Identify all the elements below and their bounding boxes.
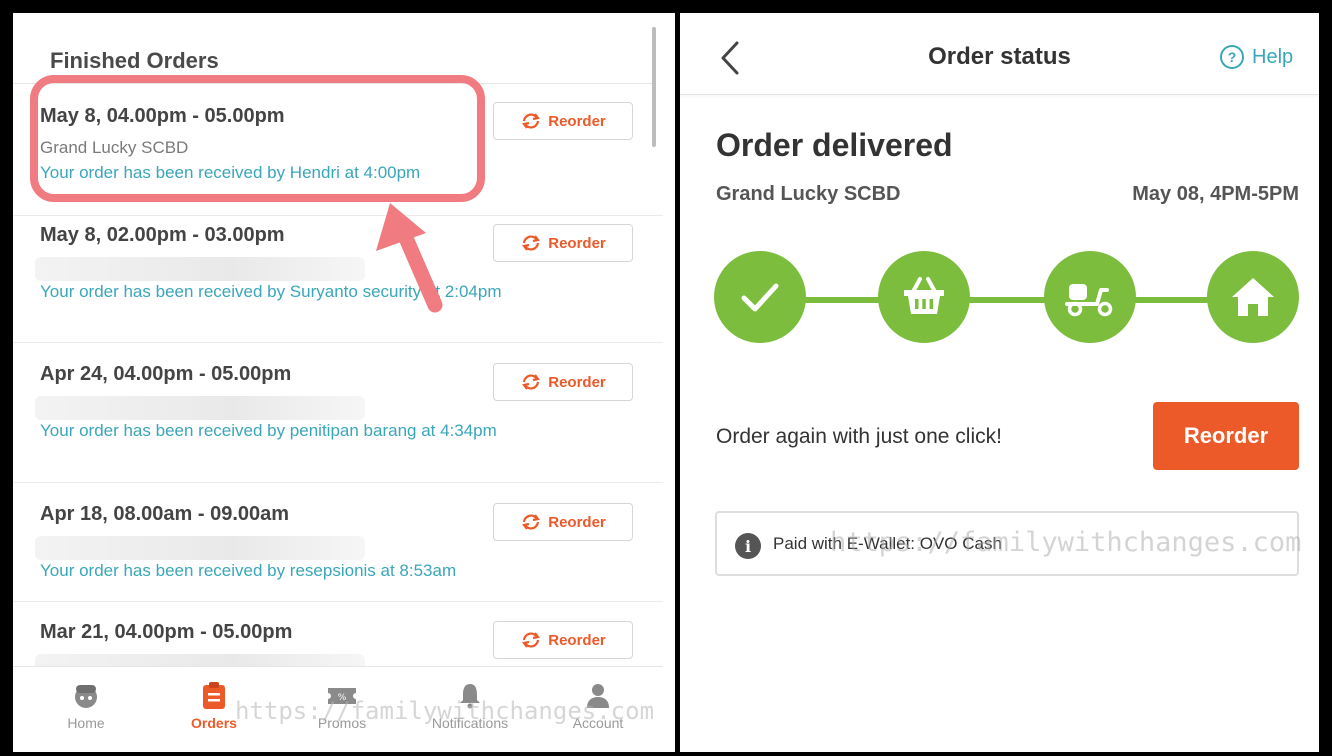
step-delivered: [1207, 251, 1299, 343]
highlight-box: [30, 75, 485, 202]
tab-label: Orders: [191, 715, 237, 731]
help-link[interactable]: ? Help: [1220, 45, 1293, 69]
reorder-button[interactable]: Reorder: [1153, 402, 1299, 470]
order-date: May 8, 02.00pm - 03.00pm: [40, 224, 285, 246]
check-icon: [741, 283, 779, 312]
order-status: Your order has been received by resepsio…: [40, 561, 457, 580]
tab-home[interactable]: Home: [31, 681, 141, 731]
home-face-icon: [75, 685, 97, 708]
row-divider: [13, 601, 663, 602]
refresh-icon: [522, 514, 541, 530]
blurred-store: [35, 257, 365, 281]
reorder-button[interactable]: Reorder: [493, 363, 633, 401]
refresh-icon: [522, 113, 541, 129]
finished-orders-panel: Finished Orders May 8, 04.00pm - 05.00pm…: [13, 13, 675, 752]
question-circle-icon: ?: [1220, 45, 1244, 69]
row-divider: [13, 215, 663, 216]
reorder-prompt: Order again with just one click!: [716, 425, 1002, 448]
reorder-button[interactable]: Reorder: [493, 621, 633, 659]
help-label: Help: [1252, 45, 1294, 68]
delivery-status-title: Order delivered: [716, 127, 953, 163]
watermark: https://familywithchanges.com: [235, 697, 655, 725]
progress-track: [760, 297, 1250, 303]
reorder-label: Reorder: [548, 513, 606, 531]
pointer-arrow-icon: [376, 203, 443, 313]
step-packed: [878, 251, 970, 343]
clipboard-icon: [203, 682, 225, 709]
reorder-label: Reorder: [548, 234, 606, 252]
row-divider: [13, 342, 663, 343]
refresh-icon: [522, 374, 541, 390]
blurred-store: [35, 396, 365, 420]
order-status: Your order has been received by penitipa…: [40, 421, 497, 440]
refresh-icon: [522, 235, 541, 251]
reorder-button[interactable]: Reorder: [493, 503, 633, 541]
order-date: Mar 21, 04.00pm - 05.00pm: [40, 621, 293, 643]
tab-label: Home: [67, 715, 105, 731]
step-on-the-way: [1044, 251, 1136, 343]
order-date: Apr 18, 08.00am - 09.00am: [40, 503, 290, 525]
basket-icon: [904, 277, 944, 314]
step-confirmed: [714, 251, 806, 343]
store-name: Grand Lucky SCBD: [716, 183, 901, 205]
reorder-button[interactable]: Reorder: [493, 224, 633, 262]
order-date: Apr 24, 04.00pm - 05.00pm: [40, 363, 292, 385]
header-bar: Order status ? Help: [680, 13, 1319, 95]
reorder-button[interactable]: Reorder: [493, 102, 633, 140]
refresh-icon: [522, 632, 541, 648]
reorder-label: Reorder: [548, 631, 606, 649]
reorder-label: Reorder: [548, 112, 606, 130]
reorder-label: Reorder: [548, 373, 606, 391]
watermark: https://familywithchanges.com: [830, 527, 1302, 558]
delivery-time-window: May 08, 4PM-5PM: [1132, 183, 1299, 205]
row-divider: [13, 482, 663, 483]
house-icon: [1232, 278, 1274, 316]
order-status: Your order has been received by Suryanto…: [40, 282, 502, 301]
section-title: Finished Orders: [50, 48, 219, 73]
info-icon: i: [735, 533, 761, 559]
scooter-icon: [1065, 284, 1113, 317]
scrollbar[interactable]: [652, 27, 656, 147]
blurred-store: [35, 536, 365, 560]
order-status-panel: Order status ? Help Order delivered Gran…: [680, 13, 1319, 752]
